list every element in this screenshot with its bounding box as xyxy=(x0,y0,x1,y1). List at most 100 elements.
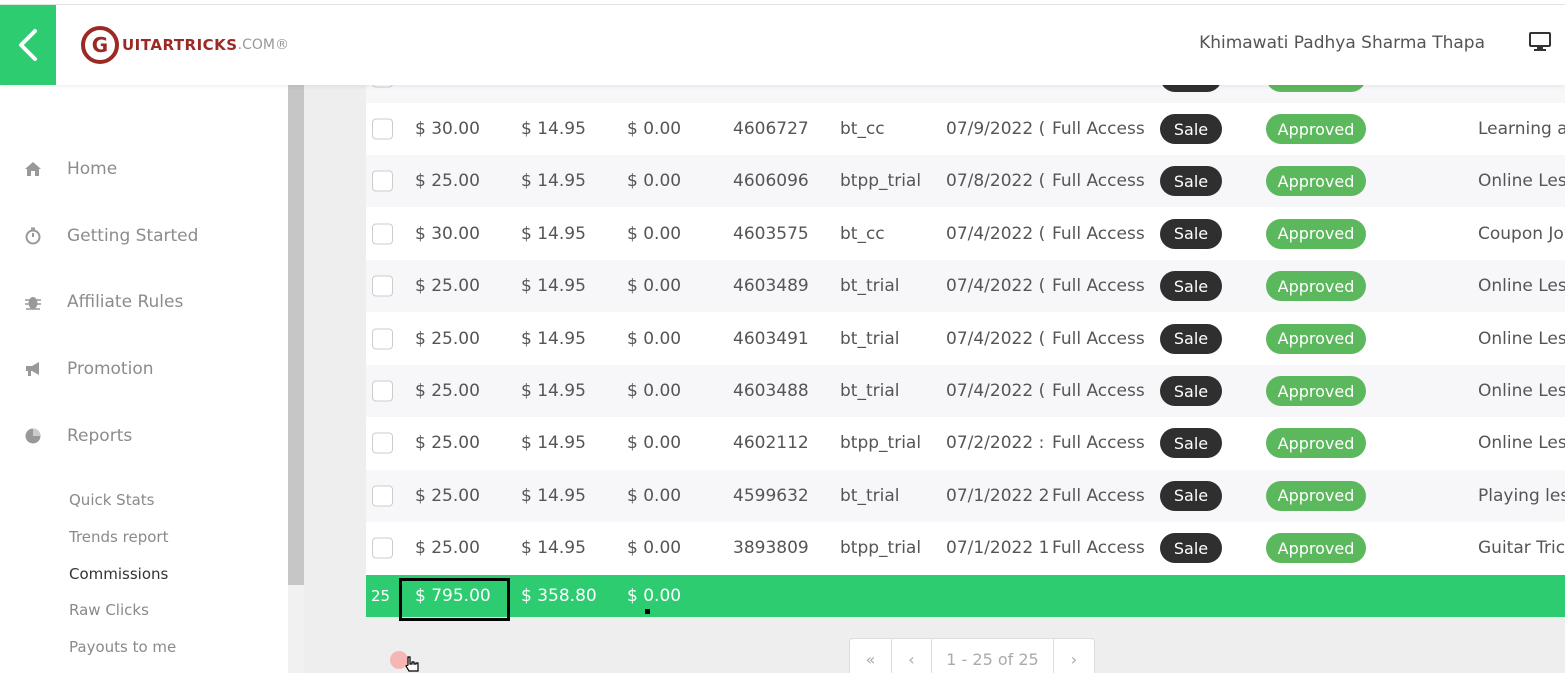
cell-commission: $ 14.95 xyxy=(521,276,586,297)
cell-commission: $ 14.95 xyxy=(521,381,586,401)
cell-commission: $ 14.95 xyxy=(521,223,586,244)
bug-icon xyxy=(22,291,44,313)
sidebar-item-promotion[interactable]: Promotion xyxy=(22,355,154,383)
cell-description: Coupon Jo xyxy=(1478,223,1564,244)
cell-commission: $ 14.95 xyxy=(521,433,586,454)
sidebar-subitem-trends-report[interactable]: Trends report xyxy=(69,528,168,546)
type-badge: Sale xyxy=(1160,428,1222,459)
cell-description: Online Les xyxy=(1478,276,1565,297)
cell-product: Full Access xyxy=(1052,223,1145,244)
cell-commission: $ 14.95 xyxy=(521,328,586,349)
sidebar-subitem-payouts[interactable]: Payouts to me xyxy=(69,638,176,656)
row-checkbox[interactable] xyxy=(372,170,393,192)
cell-date: 07/4/2022 ( xyxy=(946,276,1046,297)
table-row[interactable]: $ 25.00 $ 14.95 $ 0.00 4602112 btpp_trial 07/… xyxy=(366,417,1565,470)
cell-payment-method: bt_trial xyxy=(840,485,900,506)
cell-commission: $ 14.95 xyxy=(521,485,586,506)
type-badge: Sale xyxy=(1160,218,1222,249)
cell-description: Playing les xyxy=(1478,485,1565,506)
header: G UITARTRICKS .COM® Khimawati Padhya Sha… xyxy=(0,5,1565,85)
cell-date: 07/1/2022 2 xyxy=(946,485,1050,506)
cell-amount: $ 25.00 xyxy=(415,276,480,297)
monitor-icon[interactable] xyxy=(1529,31,1551,53)
cell-amount: $ 25.00 xyxy=(415,328,480,349)
totals-commission: $ 358.80 xyxy=(521,586,597,606)
cell-order-id: 4603488 xyxy=(733,381,809,401)
cell-fee: $ 0.00 xyxy=(627,223,682,244)
sidebar-item-reports[interactable]: Reports xyxy=(22,422,132,450)
row-checkbox[interactable] xyxy=(372,223,393,245)
cell-payment-method: bt_trial xyxy=(840,381,900,401)
table-row[interactable]: $ 25.00 $ 14.95 $ 0.00 4603491 bt_trial 07/4/… xyxy=(366,312,1565,365)
cell-fee: $ 0.00 xyxy=(627,119,682,139)
sidebar-item-label: Getting Started xyxy=(67,226,199,246)
sidebar-item-label: Reports xyxy=(67,426,133,446)
cell-fee: $ 0.00 xyxy=(627,171,682,192)
row-checkbox[interactable] xyxy=(372,275,393,297)
pagination-first[interactable]: « xyxy=(850,639,892,673)
type-badge: Sale xyxy=(1160,166,1222,197)
cell-order-id: 4602112 xyxy=(733,433,809,454)
cell-amount: $ 30.00 xyxy=(415,119,480,139)
marker-dot xyxy=(645,609,650,614)
cell-order-id: 4603489 xyxy=(733,276,809,297)
cell-amount: $ 25.00 xyxy=(415,538,480,559)
commissions-table: $ 30.00 $ 14.95 $ 0.00 4606727 bt_cc 07/9/202… xyxy=(366,85,1565,617)
cell-fee: $ 0.00 xyxy=(627,381,682,401)
row-checkbox[interactable] xyxy=(372,328,393,350)
row-checkbox[interactable] xyxy=(372,380,393,402)
cell-commission: $ 14.95 xyxy=(521,538,586,559)
table-row[interactable]: $ 30.00 $ 14.95 $ 0.00 4606727 bt_cc 07/9/202… xyxy=(366,103,1565,155)
cell-description: Online Les xyxy=(1478,171,1565,192)
hand-cursor-icon xyxy=(405,656,419,672)
cell-fee: $ 0.00 xyxy=(627,328,682,349)
sidebar-item-label: Affiliate Rules xyxy=(67,292,184,312)
cell-fee: $ 0.00 xyxy=(627,538,682,559)
row-checkbox[interactable] xyxy=(372,537,393,559)
logo-mark: G xyxy=(81,26,119,64)
status-badge: Approved xyxy=(1266,428,1366,459)
home-icon xyxy=(22,158,44,180)
logo-text: UITARTRICKS xyxy=(122,36,238,54)
cell-payment-method: bt_trial xyxy=(840,328,900,349)
table-row[interactable]: $ 30.00 $ 14.95 $ 0.00 4603575 bt_cc 07/4/202… xyxy=(366,207,1565,260)
cell-product: Full Access xyxy=(1052,538,1145,559)
totals-fee: $ 0.00 xyxy=(627,586,682,606)
sidebar-subitem-raw-clicks[interactable]: Raw Clicks xyxy=(69,601,149,619)
table-row[interactable]: $ 25.00 $ 14.95 $ 0.00 4603488 bt_trial 07/4/… xyxy=(366,365,1565,417)
row-checkbox[interactable] xyxy=(372,485,393,507)
cell-payment-method: btpp_trial xyxy=(840,538,922,559)
sidebar-subitem-quick-stats[interactable]: Quick Stats xyxy=(69,491,154,509)
cell-payment-method: btpp_trial xyxy=(840,171,922,192)
cell-product: Full Access xyxy=(1052,171,1145,192)
logo[interactable]: G UITARTRICKS .COM® xyxy=(80,23,289,67)
cell-payment-method: bt_cc xyxy=(840,223,885,244)
table-row[interactable]: $ 25.00 $ 14.95 $ 0.00 3893809 btpp_trial 07/… xyxy=(366,522,1565,575)
row-checkbox[interactable] xyxy=(372,85,393,88)
cell-fee: $ 0.00 xyxy=(627,485,682,506)
sidebar-item-home[interactable]: Home xyxy=(22,155,117,183)
user-name[interactable]: Khimawati Padhya Sharma Thapa xyxy=(1199,33,1485,53)
cell-order-id: 4603491 xyxy=(733,328,809,349)
pagination-next[interactable]: › xyxy=(1054,639,1094,673)
cell-payment-method: btpp_trial xyxy=(840,433,922,454)
status-badge: Approved xyxy=(1266,533,1366,564)
highlight-box xyxy=(399,578,510,621)
table-row[interactable]: $ 25.00 $ 14.95 $ 0.00 4603489 bt_trial 07/4/… xyxy=(366,260,1565,313)
table-row[interactable]: $ 25.00 $ 14.95 $ 0.00 4599632 bt_trial 07/1/… xyxy=(366,469,1565,522)
sidebar-subitem-commissions[interactable]: Commissions xyxy=(69,565,168,583)
sidebar-item-affiliate-rules[interactable]: Affiliate Rules xyxy=(22,288,183,316)
back-button[interactable] xyxy=(0,5,56,85)
status-badge: Approved xyxy=(1266,376,1366,406)
cell-description: Learning a xyxy=(1478,119,1565,139)
cell-amount: $ 30.00 xyxy=(415,223,480,244)
pagination-prev[interactable]: ‹ xyxy=(892,639,932,673)
sidebar-scrollbar-thumb[interactable] xyxy=(288,85,304,585)
row-checkbox[interactable] xyxy=(372,118,393,140)
cell-payment-method: bt_trial xyxy=(840,276,900,297)
status-badge: Approved xyxy=(1266,480,1366,511)
table-row[interactable]: $ 25.00 $ 14.95 $ 0.00 4606096 btpp_trial 07/… xyxy=(366,155,1565,208)
sidebar-item-getting-started[interactable]: Getting Started xyxy=(22,222,198,250)
row-checkbox[interactable] xyxy=(372,432,393,454)
cell-product: Full Access xyxy=(1052,119,1145,139)
